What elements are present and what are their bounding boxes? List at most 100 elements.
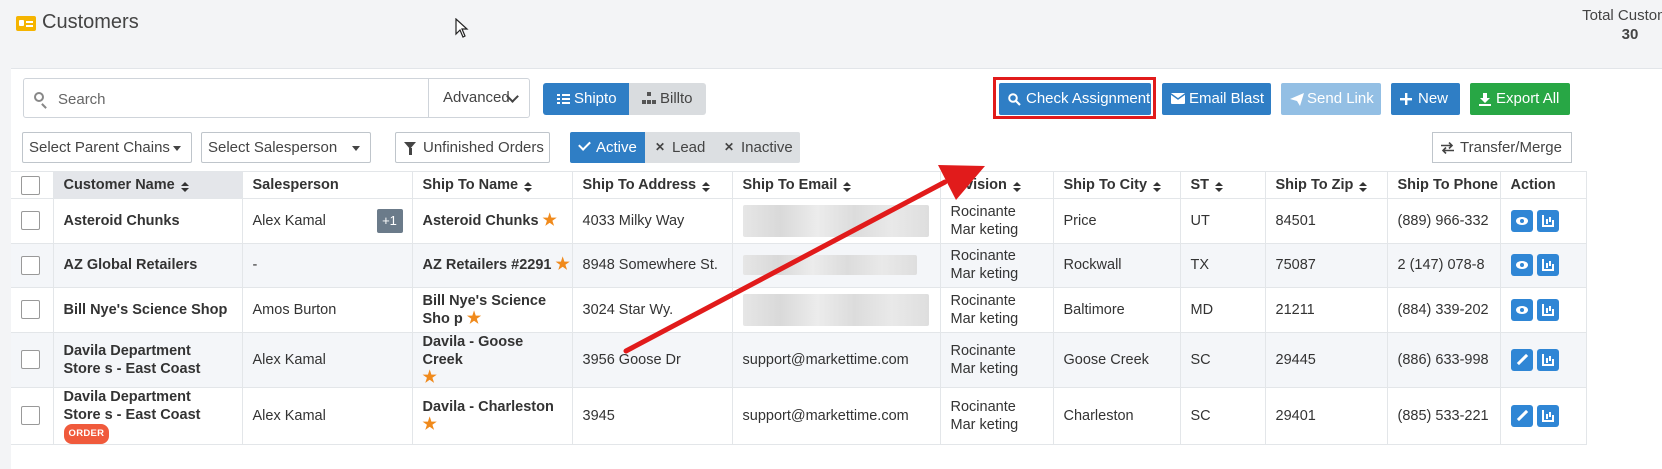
ship-to-name: AZ Retailers #2291 [422, 257, 552, 274]
customer-name-cell[interactable]: Bill Nye's Science Shop [53, 287, 243, 333]
address-cell: 3024 Star Wy. [572, 287, 733, 333]
col-label: Ship To Email [742, 177, 838, 193]
ship-to-name: Bill Nye's Science Sho p [422, 292, 547, 327]
st-cell: TX [1180, 243, 1266, 289]
city-cell: Rockwall [1053, 243, 1181, 289]
ship-to-name-cell: Davila - Goose Creek ★ [412, 332, 573, 388]
advanced-label: Advanced [443, 89, 510, 106]
ship-to-name-cell: Bill Nye's Science Sho p ★ [412, 287, 573, 333]
col-ship-to-name[interactable]: Ship To Name [412, 171, 573, 199]
email-blast-label: Email Blast [1189, 90, 1265, 107]
sort-icon [180, 182, 189, 192]
status-inactive-toggle[interactable]: ✕ Inactive [714, 132, 800, 163]
division-cell: Rocinante Mar keting [940, 387, 1054, 445]
table-row[interactable]: Asteroid Chunks Alex Kamal +1 Asteroid Ch… [11, 198, 1587, 244]
edit-pencil-icon[interactable] [1510, 348, 1533, 371]
status-active-label: Active [596, 139, 637, 156]
col-ship-to-city[interactable]: Ship To City [1053, 171, 1181, 199]
zip-cell: 29401 [1265, 387, 1388, 445]
status-lead-toggle[interactable]: ✕ Lead [645, 132, 714, 163]
customer-name-cell[interactable]: Davila Department Store s - East Coast [53, 332, 243, 388]
phone-cell: 2 (147) 078-8 [1387, 243, 1501, 289]
table-row[interactable]: Davila Department Store s - East Coast A… [11, 332, 1587, 388]
table-row[interactable]: Davila Department Store s - East Coast O… [11, 387, 1587, 445]
customer-name-cell[interactable]: AZ Global Retailers [53, 243, 243, 289]
col-customer-name[interactable]: Customer Name [53, 171, 243, 199]
chart-bar-icon[interactable] [1536, 254, 1559, 277]
salesperson-select[interactable]: Select Salesperson [201, 132, 371, 163]
col-label: Ship To City [1063, 177, 1148, 193]
unfinished-orders-label: Unfinished Orders [423, 139, 544, 156]
view-eye-icon[interactable] [1510, 254, 1533, 277]
row-checkbox[interactable] [21, 300, 40, 320]
search-box[interactable] [23, 78, 429, 118]
sort-icon [524, 182, 533, 192]
chart-bar-icon[interactable] [1536, 348, 1559, 371]
email-cell: support@markettime.com [732, 387, 941, 445]
select-all-checkbox[interactable] [21, 175, 40, 195]
salesperson-cell: Amos Burton [242, 287, 413, 333]
page-title: Customers [42, 11, 139, 33]
chart-bar-icon[interactable] [1536, 298, 1559, 321]
chart-bar-icon[interactable] [1536, 209, 1559, 232]
advanced-dropdown[interactable]: Advanced [428, 78, 530, 118]
row-checkbox[interactable] [21, 211, 40, 231]
table-row[interactable]: AZ Global Retailers - AZ Retailers #2291… [11, 243, 1587, 289]
customer-name-cell[interactable]: Davila Department Store s - East Coast O… [53, 387, 243, 445]
col-label: Division [950, 177, 1007, 193]
parent-chains-select[interactable]: Select Parent Chains [22, 132, 192, 163]
table-row[interactable]: Bill Nye's Science Shop Amos Burton Bill… [11, 287, 1587, 333]
salesperson-cell: - [242, 243, 413, 289]
total-customers-value: 30 [1621, 26, 1639, 43]
email-cell [732, 198, 941, 244]
status-active-toggle[interactable]: Active [570, 132, 645, 163]
phone-cell: (886) 633-998 [1387, 332, 1501, 388]
col-label: Ship To Name [422, 177, 519, 193]
total-customers: Total Custome 30 [1550, 6, 1662, 44]
col-st[interactable]: ST [1180, 171, 1266, 199]
shipto-toggle[interactable]: Shipto [543, 83, 629, 115]
view-eye-icon[interactable] [1510, 298, 1533, 321]
billto-toggle[interactable]: Billto [629, 83, 706, 115]
redacted-email [742, 255, 917, 276]
email-blast-button[interactable]: Email Blast [1162, 83, 1271, 115]
search-input[interactable] [56, 88, 420, 110]
row-checkbox[interactable] [21, 255, 40, 275]
email-cell: support@markettime.com [732, 332, 941, 388]
unfinished-orders-button[interactable]: Unfinished Orders [395, 132, 550, 163]
sort-icon [843, 182, 852, 192]
col-ship-to-zip[interactable]: Ship To Zip [1265, 171, 1388, 199]
star-icon: ★ [542, 211, 557, 229]
st-cell: SC [1180, 387, 1266, 445]
redacted-email [742, 293, 929, 326]
col-label: Action [1510, 177, 1556, 193]
city-cell: Charleston [1053, 387, 1181, 445]
chart-bar-icon[interactable] [1536, 404, 1559, 427]
col-ship-to-address[interactable]: Ship To Address [572, 171, 733, 199]
action-cell [1500, 332, 1587, 388]
export-all-button[interactable]: Export All [1470, 83, 1570, 115]
division-cell: Rocinante Mar keting [940, 287, 1054, 333]
col-division[interactable]: Division [940, 171, 1054, 199]
extra-salesperson-badge[interactable]: +1 [376, 209, 403, 233]
row-checkbox[interactable] [21, 406, 40, 426]
ship-to-name-cell: AZ Retailers #2291 ★ [412, 243, 573, 289]
new-button[interactable]: New [1391, 83, 1460, 115]
mouse-cursor-icon [455, 18, 469, 38]
customer-name-cell[interactable]: Asteroid Chunks [53, 198, 243, 244]
action-cell [1500, 287, 1587, 333]
col-label: Customer Name [63, 177, 175, 193]
col-ship-to-email[interactable]: Ship To Email [732, 171, 941, 199]
ship-to-name: Davila - Goose Creek [422, 333, 524, 368]
view-eye-icon[interactable] [1510, 209, 1533, 232]
edit-pencil-icon[interactable] [1510, 404, 1533, 427]
transfer-merge-button[interactable]: Transfer/Merge [1432, 132, 1572, 163]
col-action: Action [1500, 171, 1587, 199]
caret-down-icon [173, 146, 181, 151]
address-cell: 3956 Goose Dr [572, 332, 733, 388]
send-link-button[interactable]: Send Link [1281, 83, 1381, 115]
row-checkbox[interactable] [21, 350, 40, 370]
zip-cell: 21211 [1265, 287, 1388, 333]
close-icon: ✕ [655, 140, 666, 154]
page-header: Customers Total Custome 30 [0, 0, 1662, 68]
